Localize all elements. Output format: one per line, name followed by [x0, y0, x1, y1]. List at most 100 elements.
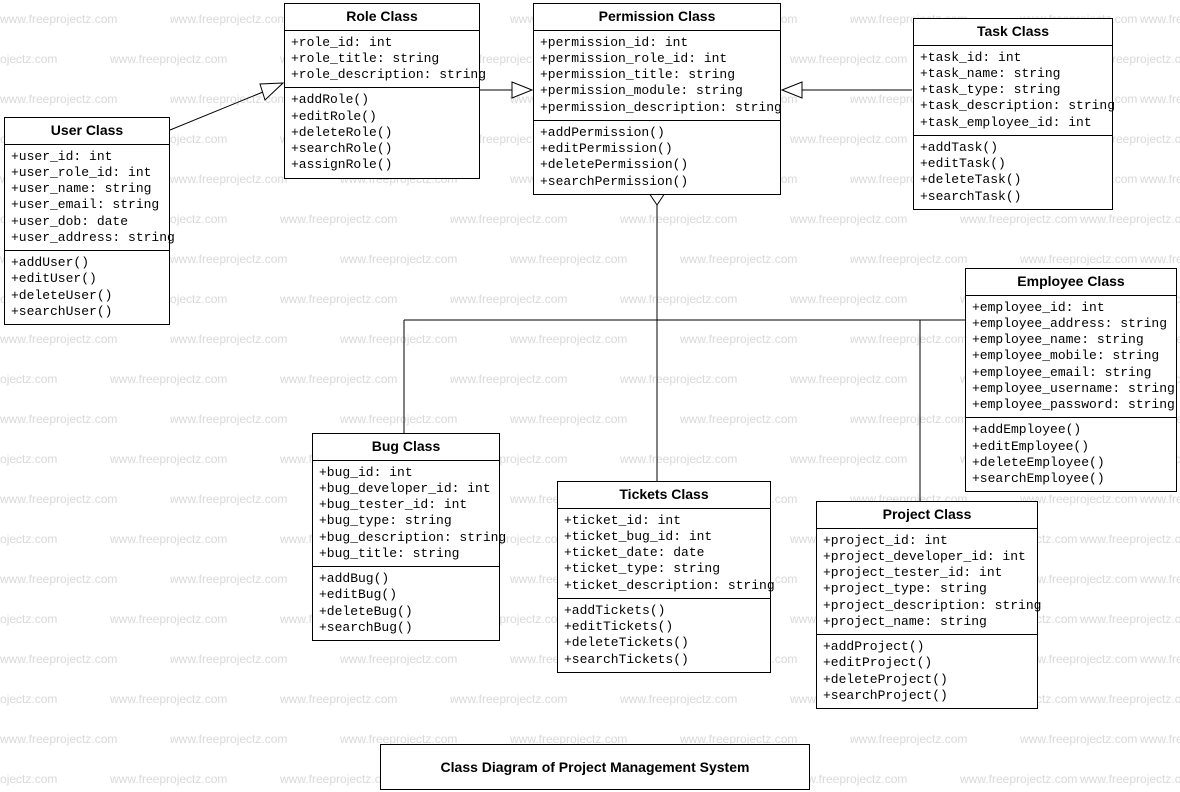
watermark-text: www.freeprojectz.com [170, 252, 287, 266]
watermark-text: www.freeprojectz.com [0, 412, 117, 426]
watermark-text: www.freeprojectz.com [510, 412, 627, 426]
uml-row: +project_name: string [823, 614, 1031, 630]
watermark-text: www.freeprojectz.com [790, 452, 907, 466]
watermark-text: www.freeprojectz.com [0, 732, 117, 746]
uml-row: +deleteTickets() [564, 635, 764, 651]
uml-row: +editTask() [920, 156, 1106, 172]
watermark-text: www.freeprojectz.com [0, 772, 57, 786]
uml-row: +searchRole() [291, 141, 473, 157]
uml-row: +editRole() [291, 109, 473, 125]
uml-row: +task_name: string [920, 66, 1106, 82]
class-ops: +addTickets()+editTickets()+deleteTicket… [558, 598, 770, 672]
class-ops: +addTask()+editTask()+deleteTask()+searc… [914, 135, 1112, 209]
class-title: Bug Class [313, 434, 499, 461]
uml-row: +deleteRole() [291, 125, 473, 141]
watermark-text: www.freeprojectz.com [170, 572, 287, 586]
watermark-text: www.freeprojectz.com [110, 452, 227, 466]
class-attrs: +bug_id: int+bug_developer_id: int+bug_t… [313, 461, 499, 567]
uml-row: +user_name: string [11, 181, 163, 197]
uml-row: +bug_type: string [319, 513, 493, 529]
class-title: Permission Class [534, 4, 780, 31]
watermark-text: www.freeprojectz.com [170, 332, 287, 346]
uml-row: +permission_module: string [540, 83, 774, 99]
uml-row: +project_type: string [823, 581, 1031, 597]
watermark-text: www.freeprojectz.com [170, 412, 287, 426]
uml-row: +user_dob: date [11, 214, 163, 230]
uml-row: +editTickets() [564, 619, 764, 635]
uml-row: +user_address: string [11, 230, 163, 246]
uml-row: +searchUser() [11, 304, 163, 320]
watermark-text: www.freeprojectz.com [1140, 172, 1180, 186]
uml-row: +ticket_id: int [564, 513, 764, 529]
uml-row: +project_description: string [823, 598, 1031, 614]
uml-row: +employee_name: string [972, 332, 1170, 348]
watermark-text: www.freeprojectz.com [620, 212, 737, 226]
uml-row: +editBug() [319, 587, 493, 603]
watermark-text: www.freeprojectz.com [0, 52, 57, 66]
watermark-text: www.freeprojectz.com [0, 372, 57, 386]
watermark-text: www.freeprojectz.com [1140, 652, 1180, 666]
watermark-text: www.freeprojectz.com [110, 372, 227, 386]
uml-row: +user_role_id: int [11, 165, 163, 181]
uml-row: +searchPermission() [540, 174, 774, 190]
uml-row: +role_description: string [291, 67, 473, 83]
watermark-text: www.freeprojectz.com [1140, 732, 1180, 746]
uml-row: +employee_username: string [972, 381, 1170, 397]
class-attrs: +project_id: int+project_developer_id: i… [817, 529, 1037, 635]
watermark-text: www.freeprojectz.com [0, 612, 57, 626]
uml-row: +permission_id: int [540, 35, 774, 51]
class-user: User Class +user_id: int+user_role_id: i… [4, 117, 170, 325]
uml-row: +ticket_type: string [564, 561, 764, 577]
watermark-text: www.freeprojectz.com [510, 332, 627, 346]
uml-row: +deleteUser() [11, 288, 163, 304]
watermark-text: www.freeprojectz.com [680, 412, 797, 426]
uml-row: +searchEmployee() [972, 471, 1170, 487]
uml-row: +addTask() [920, 140, 1106, 156]
uml-row: +addEmployee() [972, 422, 1170, 438]
uml-row: +bug_developer_id: int [319, 481, 493, 497]
uml-row: +searchProject() [823, 688, 1031, 704]
uml-row: +editProject() [823, 655, 1031, 671]
uml-row: +project_developer_id: int [823, 549, 1031, 565]
uml-row: +employee_mobile: string [972, 348, 1170, 364]
watermark-text: www.freeprojectz.com [1140, 492, 1180, 506]
uml-row: +permission_role_id: int [540, 51, 774, 67]
watermark-text: www.freeprojectz.com [790, 372, 907, 386]
class-title: Tickets Class [558, 482, 770, 509]
watermark-text: www.freeprojectz.com [850, 412, 967, 426]
uml-row: +ticket_date: date [564, 545, 764, 561]
watermark-text: www.freeprojectz.com [510, 252, 627, 266]
uml-row: +task_employee_id: int [920, 115, 1106, 131]
uml-row: +addBug() [319, 571, 493, 587]
class-attrs: +permission_id: int+permission_role_id: … [534, 31, 780, 120]
class-ops: +addProject()+editProject()+deleteProjec… [817, 634, 1037, 708]
uml-row: +task_description: string [920, 98, 1106, 114]
watermark-text: www.freeprojectz.com [280, 212, 397, 226]
watermark-text: www.freeprojectz.com [790, 292, 907, 306]
watermark-text: www.freeprojectz.com [170, 92, 287, 106]
uml-row: +editPermission() [540, 141, 774, 157]
watermark-text: www.freeprojectz.com [170, 652, 287, 666]
class-task: Task Class +task_id: int+task_name: stri… [913, 18, 1113, 210]
uml-row: +role_title: string [291, 51, 473, 67]
watermark-text: www.freeprojectz.com [170, 732, 287, 746]
uml-row: +project_id: int [823, 533, 1031, 549]
watermark-text: www.freeprojectz.com [1140, 12, 1180, 26]
watermark-text: www.freeprojectz.com [110, 772, 227, 786]
watermark-text: www.freeprojectz.com [450, 372, 567, 386]
class-tickets: Tickets Class +ticket_id: int+ticket_bug… [557, 481, 771, 673]
class-project: Project Class +project_id: int+project_d… [816, 501, 1038, 709]
uml-row: +project_tester_id: int [823, 565, 1031, 581]
watermark-text: www.freeprojectz.com [960, 212, 1077, 226]
watermark-text: www.freeprojectz.com [680, 252, 797, 266]
uml-row: +ticket_description: string [564, 578, 764, 594]
uml-row: +task_type: string [920, 82, 1106, 98]
watermark-text: www.freeprojectz.com [110, 52, 227, 66]
uml-row: +editUser() [11, 271, 163, 287]
watermark-text: www.freeprojectz.com [1140, 92, 1180, 106]
watermark-text: www.freeprojectz.com [110, 532, 227, 546]
watermark-text: www.freeprojectz.com [450, 212, 567, 226]
watermark-text: www.freeprojectz.com [280, 372, 397, 386]
uml-row: +bug_description: string [319, 530, 493, 546]
uml-row: +searchTask() [920, 189, 1106, 205]
